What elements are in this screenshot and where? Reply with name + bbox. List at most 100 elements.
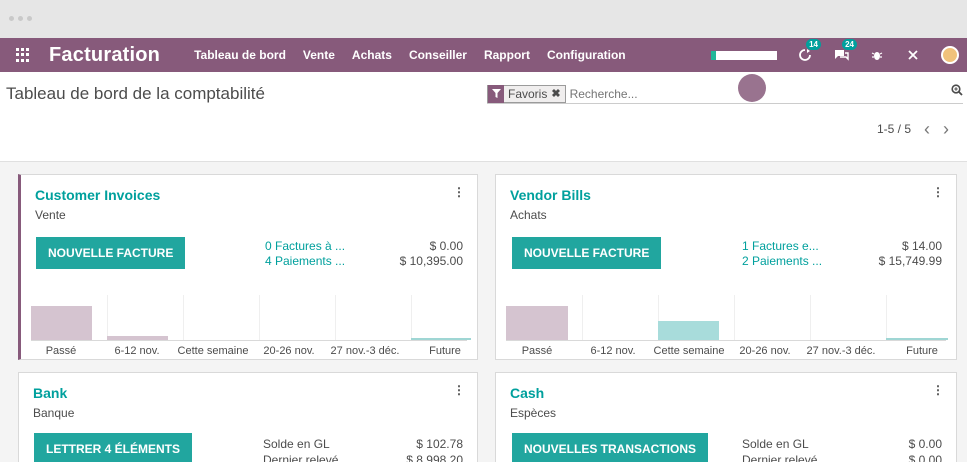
journal-card-customer-invoices: Customer Invoices Vente ⋮ NOUVELLE FACTU… xyxy=(18,174,478,360)
graph-gridline xyxy=(335,295,336,341)
journal-links: 1 Factures e... 2 Paiements ... xyxy=(742,239,822,269)
menu-item-adviser[interactable]: Conseiller xyxy=(409,48,467,62)
amount-gl-balance: $ 0.00 xyxy=(908,437,942,451)
systray: 14 24 xyxy=(711,38,967,72)
search-expand-icon[interactable] xyxy=(951,84,963,99)
graph-gridline xyxy=(259,295,260,341)
progress-fill xyxy=(711,50,717,60)
activity-badge: 14 xyxy=(806,39,821,50)
menu-item-dashboard[interactable]: Tableau de bord xyxy=(194,48,286,62)
gl-balance-label: Solde en GL xyxy=(742,437,809,451)
graph-bar-past[interactable] xyxy=(506,306,568,340)
facet-remove-icon[interactable]: ✖ xyxy=(551,87,564,100)
journal-amounts: $ 0.00 $ 10,395.00 xyxy=(400,239,463,269)
journal-card-bank: Bank Banque ⋮ LETTRER 4 ÉLÉMENTS Solde e… xyxy=(18,372,478,462)
journal-graph[interactable] xyxy=(506,295,948,341)
journal-title[interactable]: Bank xyxy=(33,385,67,401)
search-facet-favorites[interactable]: Favoris ✖ xyxy=(487,84,566,103)
graph-gridline xyxy=(107,295,108,341)
journal-amounts: $ 0.00 $ 0.00 xyxy=(909,437,942,462)
graph-label: 27 nov.-3 déc. xyxy=(330,345,400,357)
amount-last-statement: $ 0.00 xyxy=(908,453,942,462)
pager-next-icon[interactable]: › xyxy=(943,120,949,138)
menu-item-purchases[interactable]: Achats xyxy=(352,48,392,62)
journal-card-vendor-bills: Vendor Bills Achats ⋮ NOUVELLE FACTURE 1… xyxy=(495,174,957,360)
amount-bills: $ 14.00 xyxy=(901,239,942,253)
journal-graph[interactable] xyxy=(31,295,471,341)
graph-gridline xyxy=(411,295,412,341)
graph-label: 6-12 nov. xyxy=(114,345,160,357)
amount-last-statement: $ 8,998.20 xyxy=(406,453,463,462)
journal-title[interactable]: Vendor Bills xyxy=(510,187,591,203)
graph-label: Cette semaine xyxy=(177,345,249,357)
graph-gridline xyxy=(734,295,735,341)
graph-bar-past[interactable] xyxy=(31,306,92,340)
card-menu-icon[interactable]: ⋮ xyxy=(932,383,944,397)
menu-item-reporting[interactable]: Rapport xyxy=(484,48,530,62)
browser-window: Facturation Tableau de bord Vente Achats… xyxy=(0,0,967,462)
graph-label: 27 nov.-3 déc. xyxy=(806,345,876,357)
graph-label: Passé xyxy=(521,345,553,357)
user-avatar[interactable] xyxy=(941,46,959,64)
graph-label: Future xyxy=(429,345,461,357)
journal-type: Banque xyxy=(33,406,75,420)
pointer-indicator xyxy=(738,74,766,102)
payments-link[interactable]: 2 Paiements ... xyxy=(742,254,822,269)
activity-icon[interactable]: 14 xyxy=(797,39,821,63)
onboarding-progress-bar[interactable] xyxy=(711,50,777,60)
main-navbar: Facturation Tableau de bord Vente Achats… xyxy=(0,38,967,72)
gl-balance-label: Solde en GL xyxy=(263,437,330,451)
journal-title[interactable]: Cash xyxy=(510,385,544,401)
graph-label: 6-12 nov. xyxy=(590,345,636,357)
graph-gridline xyxy=(183,295,184,341)
card-menu-icon[interactable]: ⋮ xyxy=(453,383,465,397)
payments-link[interactable]: 4 Paiements ... xyxy=(265,254,345,269)
graph-label: Passé xyxy=(45,345,77,357)
window-controls[interactable] xyxy=(9,16,32,21)
graph-label: 20-26 nov. xyxy=(739,345,791,357)
amount-gl-balance: $ 102.78 xyxy=(416,437,463,451)
bills-to-validate-link[interactable]: 1 Factures e... xyxy=(742,239,822,254)
card-menu-icon[interactable]: ⋮ xyxy=(453,185,465,199)
bug-icon[interactable] xyxy=(869,47,885,63)
pager: 1-5 / 5 ‹ › xyxy=(877,120,949,138)
card-menu-icon[interactable]: ⋮ xyxy=(932,185,944,199)
new-bill-button[interactable]: NOUVELLE FACTURE xyxy=(512,237,662,269)
dashboard-content: Customer Invoices Vente ⋮ NOUVELLE FACTU… xyxy=(0,162,967,462)
tools-icon[interactable] xyxy=(905,47,921,63)
graph-baseline xyxy=(506,340,946,341)
new-transactions-button[interactable]: NOUVELLES TRANSACTIONS xyxy=(512,433,709,462)
amount-payments: $ 10,395.00 xyxy=(399,254,463,268)
menu-item-sales[interactable]: Vente xyxy=(303,48,335,62)
reconcile-button[interactable]: LETTRER 4 ÉLÉMENTS xyxy=(34,433,193,462)
last-statement-label: Dernier relevé xyxy=(263,453,339,462)
amount-payments: $ 15,749.99 xyxy=(878,254,942,268)
graph-gridline xyxy=(810,295,811,341)
journal-amounts: $ 14.00 $ 15,749.99 xyxy=(879,239,942,269)
invoices-to-validate-link[interactable]: 0 Factures à ... xyxy=(265,239,345,254)
graph-gridline xyxy=(582,295,583,341)
menu-item-configuration[interactable]: Configuration xyxy=(547,48,626,62)
pager-previous-icon[interactable]: ‹ xyxy=(924,120,930,138)
journal-amounts: $ 102.78 $ 8,998.20 xyxy=(406,437,463,462)
journal-card-cash: Cash Espèces ⋮ NOUVELLES TRANSACTIONS So… xyxy=(495,372,957,462)
new-invoice-button[interactable]: NOUVELLE FACTURE xyxy=(36,237,186,269)
graph-bar-this-week[interactable] xyxy=(658,321,719,340)
pager-value[interactable]: 1-5 / 5 xyxy=(877,122,911,136)
messaging-badge: 24 xyxy=(842,39,857,50)
journal-type: Achats xyxy=(510,208,547,222)
graph-label: Future xyxy=(906,345,938,357)
messaging-icon[interactable]: 24 xyxy=(833,39,857,63)
app-brand[interactable]: Facturation xyxy=(49,44,160,67)
search-bar: Favoris ✖ xyxy=(487,84,963,104)
control-panel: Tableau de bord de la comptabilité Favor… xyxy=(0,72,967,162)
graph-label: Cette semaine xyxy=(653,345,725,357)
search-input[interactable] xyxy=(569,86,870,101)
page-title: Tableau de bord de la comptabilité xyxy=(6,84,265,103)
amount-invoices: $ 0.00 xyxy=(429,239,463,253)
filter-icon xyxy=(488,84,504,103)
apps-grid-icon[interactable] xyxy=(16,48,30,62)
journal-title[interactable]: Customer Invoices xyxy=(35,187,160,203)
main-menu: Tableau de bord Vente Achats Conseiller … xyxy=(194,48,643,62)
facet-label: Favoris xyxy=(508,86,548,101)
